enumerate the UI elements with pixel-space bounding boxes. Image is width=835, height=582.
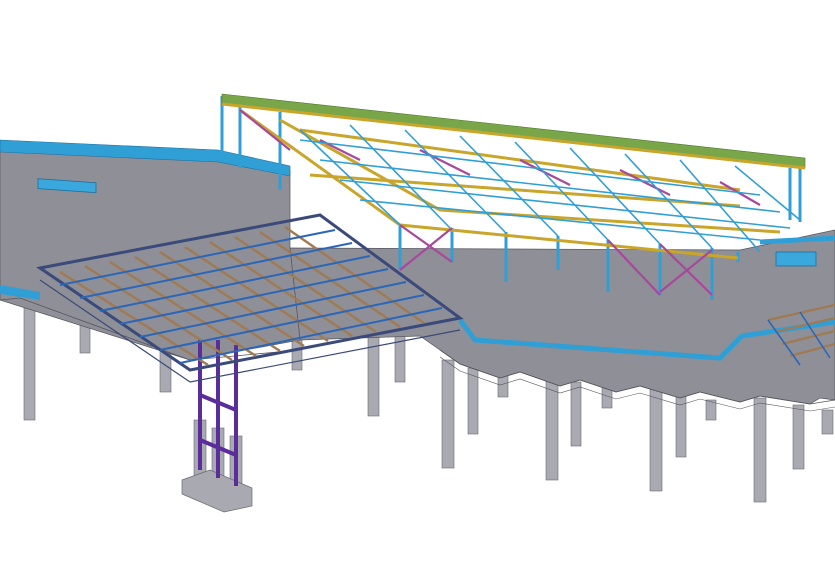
- structural-3d-model: [0, 93, 835, 513]
- structural-model-viewport[interactable]: [0, 0, 835, 578]
